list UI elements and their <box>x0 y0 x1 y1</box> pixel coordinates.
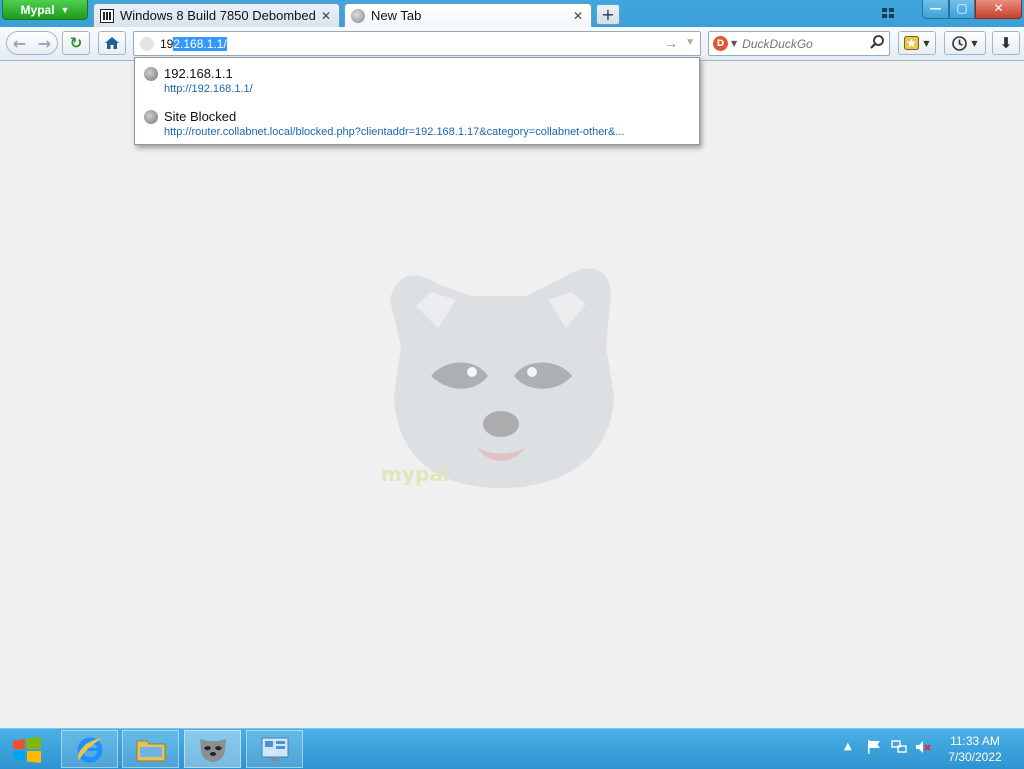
search-input[interactable] <box>742 36 863 51</box>
download-arrow-icon: ⬇ <box>999 34 1013 52</box>
app-menu-label: Mypal <box>20 2 55 17</box>
tab-groups-icon[interactable] <box>880 6 896 20</box>
taskbar-internet-explorer[interactable] <box>61 730 118 768</box>
reload-icon: ↻ <box>69 34 83 52</box>
clock-icon <box>952 35 968 51</box>
close-tab-icon[interactable]: ✕ <box>319 9 333 23</box>
tab-windows8-build[interactable]: Windows 8 Build 7850 Debombed : M... ✕ <box>93 3 340 27</box>
downloads-button[interactable]: ⬇ <box>992 31 1020 55</box>
search-icon[interactable] <box>869 34 885 50</box>
url-history-dropdown-icon[interactable]: ▼ <box>685 37 695 48</box>
clock-time: 11:33 AM <box>950 734 1000 748</box>
windows-start-icon[interactable] <box>12 737 42 763</box>
autocomplete-item[interactable]: Site Blocked http://router.collabnet.loc… <box>135 107 699 147</box>
tab-new-tab[interactable]: New Tab ✕ <box>344 3 592 27</box>
raccoon-icon <box>199 739 226 762</box>
url-bar[interactable]: 19 2.168.1.1/ → ▼ <box>133 31 701 56</box>
maximize-button[interactable]: ▢ <box>949 0 975 19</box>
globe-favicon-icon <box>351 8 365 23</box>
taskbar-control-panel[interactable] <box>246 730 303 768</box>
clock-date: 7/30/2022 <box>948 750 1002 764</box>
history-button[interactable]: ▼ <box>944 31 986 55</box>
network-icon[interactable] <box>891 739 907 755</box>
duckduckgo-icon[interactable]: D <box>713 36 728 51</box>
action-center-flag-icon[interactable] <box>866 739 882 755</box>
close-tab-icon[interactable]: ✕ <box>571 9 585 23</box>
tab-title: New Tab <box>371 8 422 23</box>
new-tab-page: mypal <box>0 61 1024 728</box>
autocomplete-title: 192.168.1.1 <box>164 66 233 81</box>
url-typed-text: 19 <box>160 36 174 51</box>
globe-icon <box>144 110 158 124</box>
folder-icon <box>136 740 165 762</box>
search-bar[interactable]: D ▼ <box>708 31 890 56</box>
archive-favicon-icon <box>100 8 114 23</box>
internet-explorer-icon <box>77 737 103 763</box>
site-identity-icon[interactable] <box>140 36 154 51</box>
forward-arrow-icon[interactable]: → <box>38 34 51 53</box>
taskbar-file-explorer[interactable] <box>122 730 179 768</box>
autocomplete-url: http://router.collabnet.local/blocked.ph… <box>164 126 625 138</box>
app-menu-button[interactable]: Mypal ▼ <box>2 0 88 20</box>
tab-title: Windows 8 Build 7850 Debombed : M... <box>120 8 319 23</box>
globe-icon <box>144 67 158 81</box>
autocomplete-title: Site Blocked <box>164 109 237 124</box>
autocomplete-item[interactable]: 192.168.1.1 http://192.168.1.1/ <box>135 64 699 104</box>
close-window-button[interactable]: ✕ <box>975 0 1022 19</box>
reload-button[interactable]: ↻ <box>62 31 90 55</box>
control-panel-icon <box>261 737 288 761</box>
mypal-logo-text: mypal <box>381 462 450 486</box>
taskbar: ▲ 11:33 AM 7/30/2022 <box>0 728 1024 769</box>
chevron-down-icon: ▼ <box>60 4 70 15</box>
home-icon <box>105 37 119 49</box>
home-button[interactable] <box>98 31 126 55</box>
chevron-down-icon: ▼ <box>971 38 978 48</box>
system-clock[interactable]: 11:33 AM 7/30/2022 <box>944 733 1006 765</box>
taskbar-mypal[interactable] <box>184 730 241 768</box>
back-forward-group: ← → <box>6 31 58 55</box>
back-arrow-icon[interactable]: ← <box>13 34 26 53</box>
minimize-button[interactable]: — <box>922 0 949 19</box>
autocomplete-popup: 192.168.1.1 http://192.168.1.1/ Site Blo… <box>134 57 700 145</box>
go-arrow-icon[interactable]: → <box>664 35 678 51</box>
chevron-down-icon: ▼ <box>923 38 930 48</box>
new-tab-button[interactable]: + <box>596 4 620 25</box>
tab-strip: Mypal ▼ Windows 8 Build 7850 Debombed : … <box>0 0 1024 27</box>
autocomplete-url: http://192.168.1.1/ <box>164 83 253 95</box>
raccoon-logo-icon: mypal <box>381 268 614 488</box>
chevron-down-icon[interactable]: ▼ <box>731 39 737 48</box>
bookmark-star-icon <box>904 36 920 50</box>
show-hidden-icons-icon[interactable]: ▲ <box>844 741 852 752</box>
bookmarks-button[interactable]: ▼ <box>898 31 936 55</box>
volume-muted-icon[interactable] <box>915 739 931 755</box>
url-autocomplete-selection: 2.168.1.1/ <box>173 36 227 51</box>
